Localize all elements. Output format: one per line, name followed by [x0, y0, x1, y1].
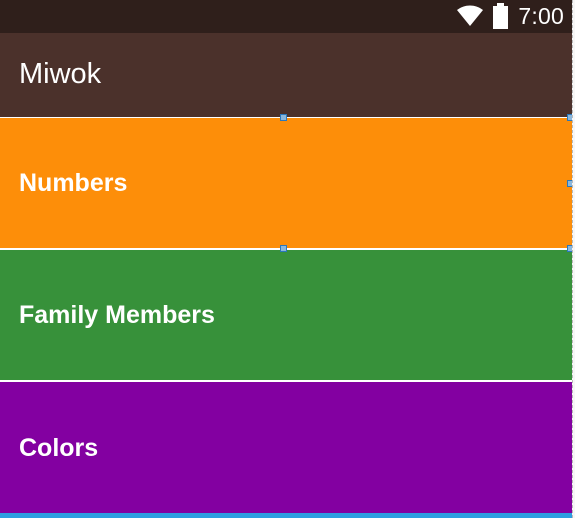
selection-bottom-edge: [0, 513, 572, 518]
resize-handle-bottom-center[interactable]: [280, 245, 287, 252]
category-family-members[interactable]: Family Members: [0, 250, 572, 380]
wifi-icon: [456, 5, 484, 27]
category-label: Numbers: [19, 169, 128, 197]
status-time: 7:00: [518, 3, 564, 29]
category-numbers[interactable]: Numbers: [0, 118, 572, 248]
resize-handle-top-center[interactable]: [280, 114, 287, 121]
status-bar: 7:00: [0, 0, 572, 33]
category-label: Colors: [19, 433, 99, 462]
device-screen: 7:00 Miwok Numbers Family Members Colors: [0, 0, 572, 518]
category-colors[interactable]: Colors: [0, 382, 572, 513]
app-title: Miwok: [19, 58, 102, 90]
miwok-layout-preview: 7:00 Miwok Numbers Family Members Colors: [0, 0, 575, 518]
category-label: Family Members: [19, 301, 215, 329]
battery-icon: [492, 3, 509, 29]
app-bar: Miwok: [0, 33, 572, 117]
